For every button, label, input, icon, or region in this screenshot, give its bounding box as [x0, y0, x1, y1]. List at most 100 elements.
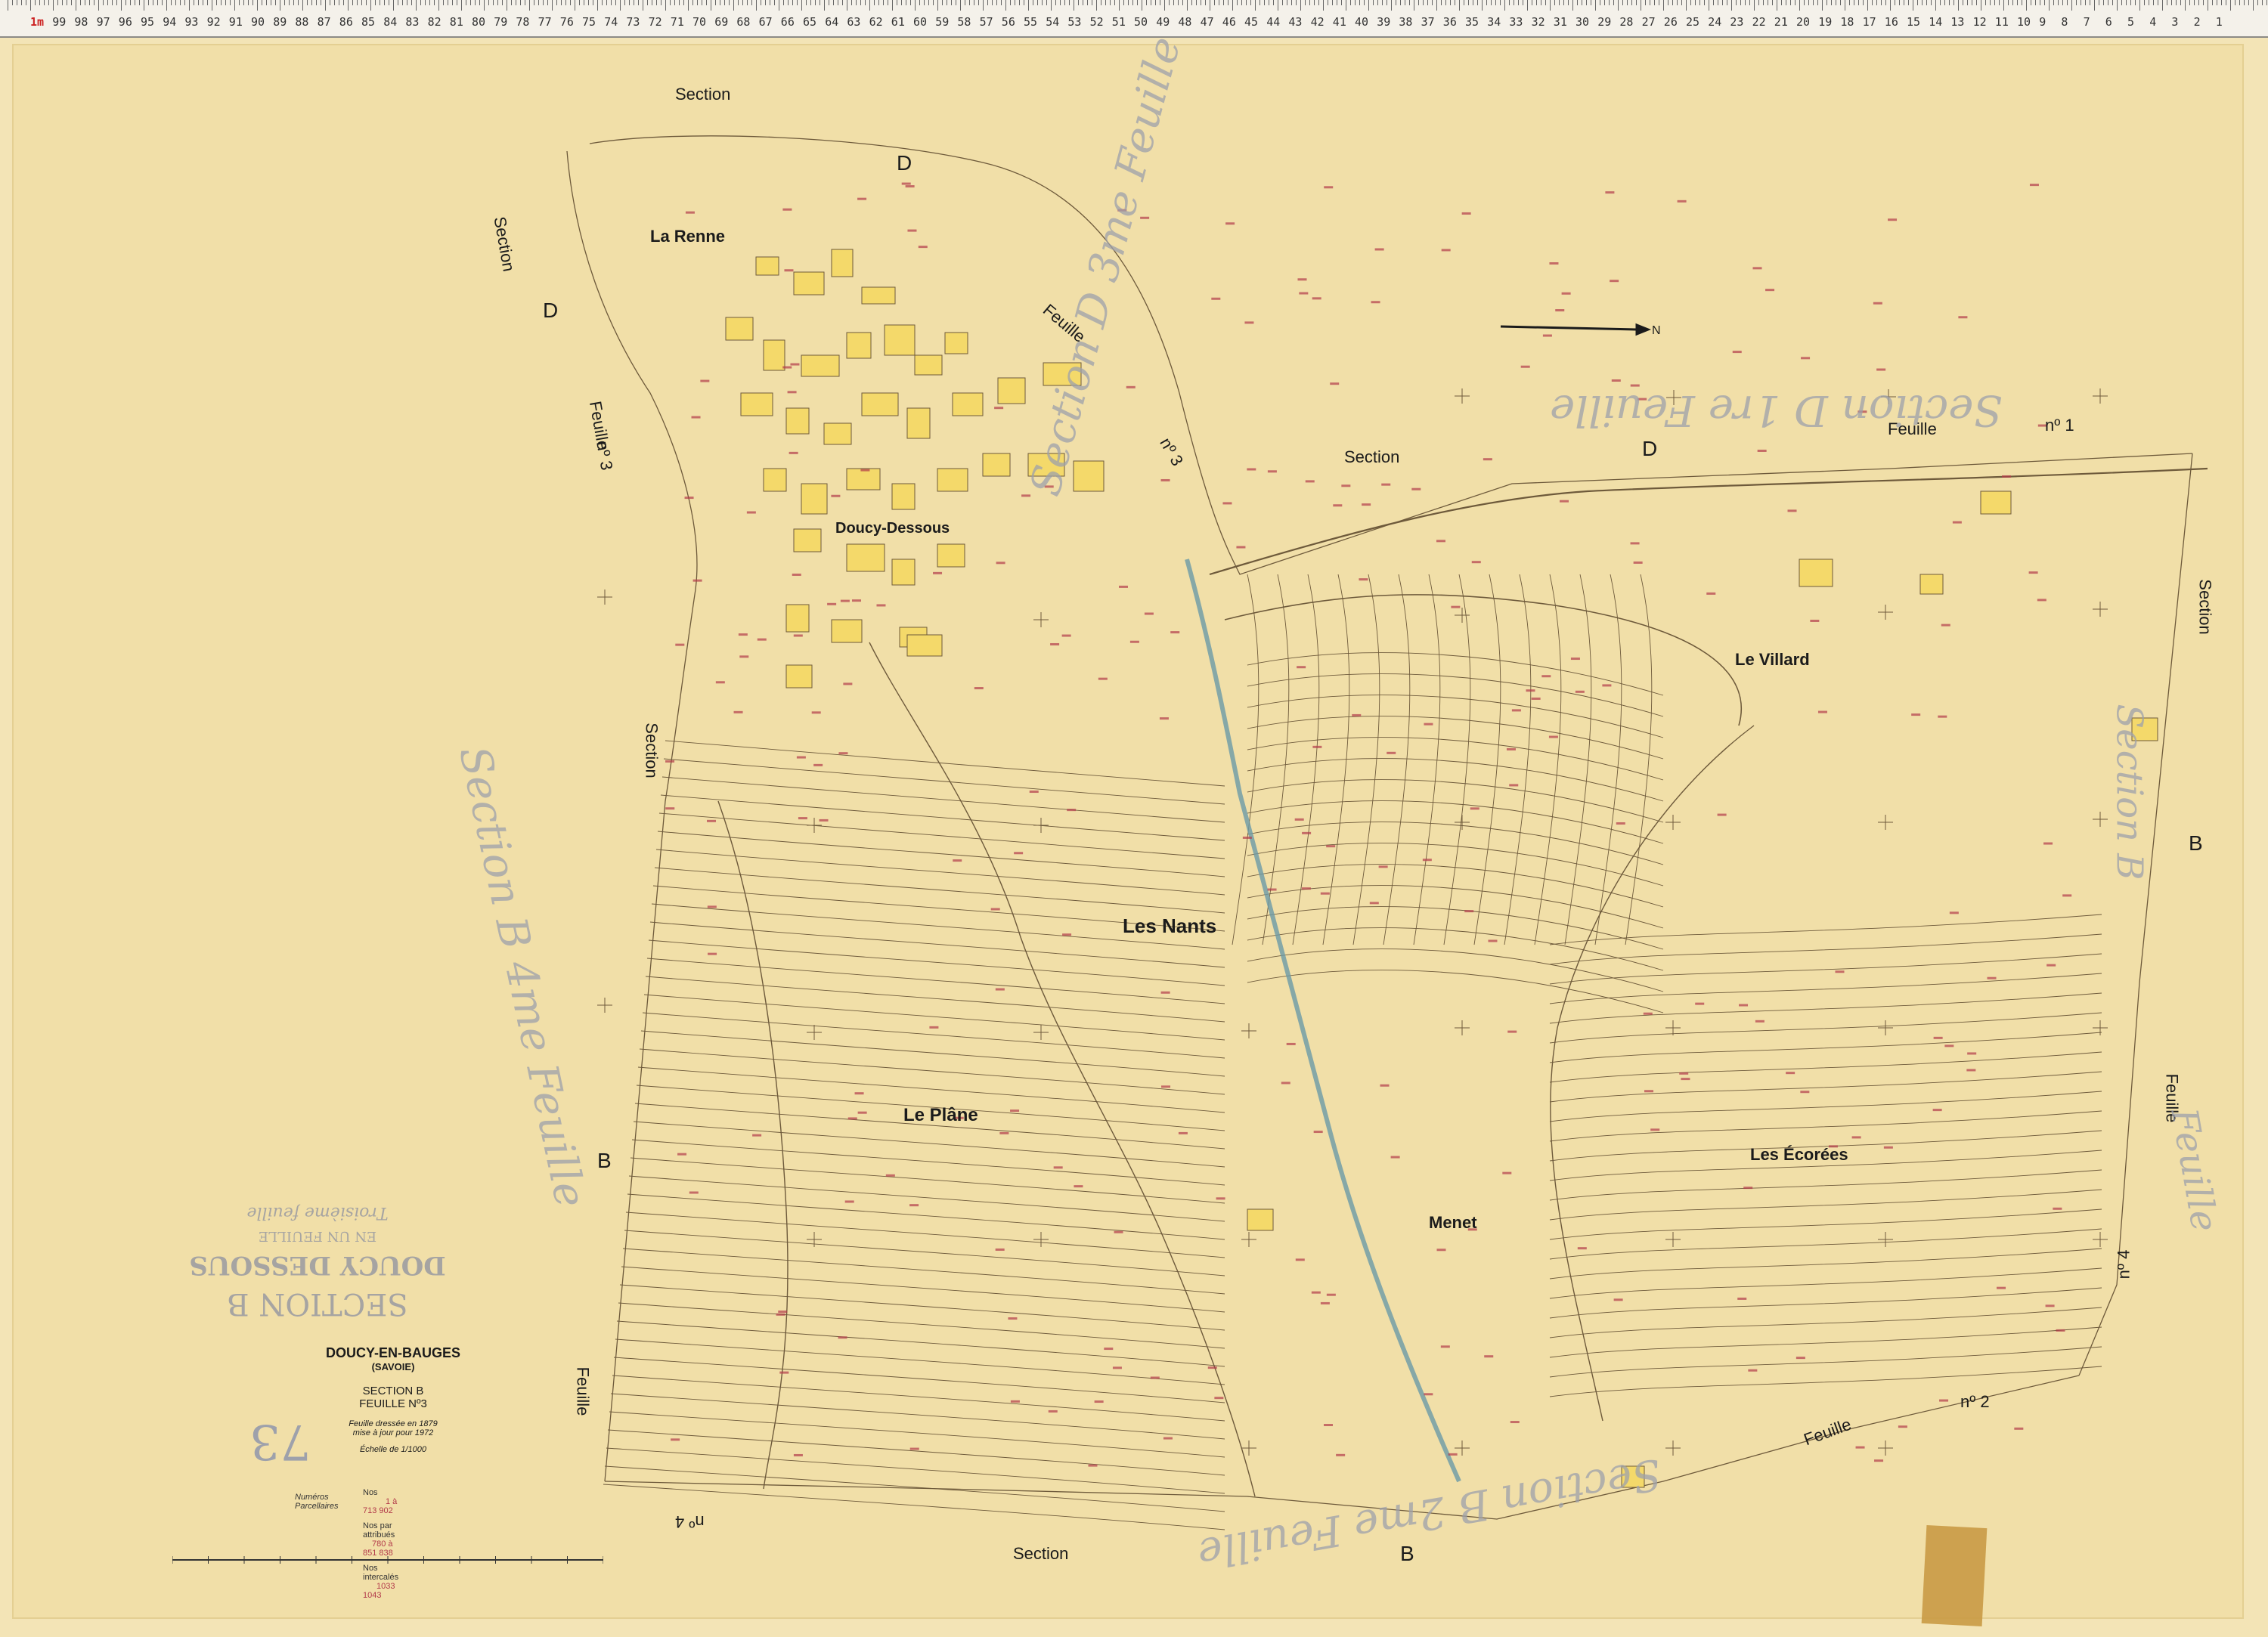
parcel-number-mark [1755, 1020, 1765, 1023]
parcel-strip [660, 794, 1225, 841]
parcel-strip [1247, 948, 1664, 992]
building [1247, 1208, 1274, 1231]
survey-cross [1665, 815, 1681, 830]
parcel-number-mark [1800, 1091, 1810, 1094]
building [914, 354, 943, 376]
parcel-strip [1247, 695, 1664, 738]
building [801, 483, 828, 515]
parcel-number-mark [1236, 546, 1246, 549]
place-les-ecorees: Les Écorées [1750, 1145, 1848, 1164]
parcel-number-mark [1650, 1128, 1660, 1131]
parcel-number-mark [1952, 521, 1962, 524]
parcel-number-mark [1312, 297, 1321, 300]
parcel-number-mark [779, 1371, 789, 1374]
parcel-strip [1534, 574, 1562, 945]
parcel-number-mark [1440, 1345, 1450, 1348]
survey-cross [1455, 1020, 1470, 1035]
parcel-strip [643, 994, 1225, 1041]
parcel-number-mark [1855, 1446, 1865, 1449]
parcel-number-mark [1874, 1459, 1884, 1462]
parcel-number-mark [1502, 1171, 1512, 1174]
parcel-number-mark [1214, 1397, 1224, 1400]
building [906, 634, 943, 657]
parcel-strip [619, 1284, 1225, 1331]
parcel-strip [606, 1447, 1225, 1494]
parcel-number-mark [1150, 1376, 1160, 1379]
parcel-number-mark [1129, 640, 1139, 643]
parcel-strip [618, 1302, 1225, 1349]
parcel-number-mark [2043, 842, 2053, 845]
survey-cross [2093, 602, 2108, 617]
path-nants [869, 642, 1256, 1497]
parcel-strip [1383, 574, 1411, 945]
parcel-strip [665, 740, 1225, 787]
parcel-number-mark [675, 643, 685, 646]
parcel-number-mark [1958, 316, 1968, 319]
parcel-number-mark [1888, 218, 1898, 221]
parcel-number-mark [677, 1153, 687, 1156]
label-no4-east: nº 4 [2114, 1249, 2133, 1280]
parcel-strip [630, 1157, 1225, 1204]
parcel-number-mark [1247, 468, 1256, 471]
parcel-number-mark [1484, 1355, 1494, 1358]
parcel-number-mark [738, 633, 748, 636]
parcel-number-mark [838, 752, 848, 755]
building [982, 453, 1011, 477]
legend-row: Nos intercalés 1033 1043 [363, 1564, 399, 1600]
legend-heading: Numéros Parcellaires [295, 1493, 339, 1511]
parcel-number-mark [1267, 888, 1277, 891]
survey-cross [1033, 818, 1049, 833]
place-la-renne: La Renne [650, 227, 726, 246]
parcel-number-mark [692, 579, 702, 582]
building [823, 422, 852, 445]
label-section-d-mid: D [1642, 437, 1658, 460]
parcel-number-mark [1341, 484, 1351, 487]
label-section-d-west: D [543, 299, 559, 322]
parcel-number-mark [1299, 292, 1309, 295]
parcel-number-mark [1067, 809, 1077, 812]
parcel-number-mark [1633, 561, 1643, 564]
parcel-number-mark [1933, 1036, 1943, 1039]
parcel-number-mark [999, 1131, 1009, 1134]
label-no2: nº 2 [1960, 1392, 1990, 1411]
parcel-number-mark [1244, 321, 1254, 324]
parcel-number-mark [1311, 1291, 1321, 1294]
parcel-number-mark [1743, 1187, 1753, 1190]
survey-cross [2093, 812, 2108, 827]
parcel-number-mark [909, 1447, 919, 1450]
building [884, 324, 916, 356]
parcel-number-mark [1362, 503, 1371, 506]
parcel-strip [1549, 1366, 2102, 1397]
parcel-number-mark [901, 182, 911, 185]
survey-cross [1033, 612, 1049, 627]
survey-cross [1878, 815, 1893, 830]
parcel-number-mark [1281, 1082, 1290, 1085]
place-doucy-dessous: Doucy-Dessous [835, 520, 950, 537]
parcel-number-mark [2053, 1207, 2062, 1210]
survey-cross [1455, 815, 1470, 830]
parcel-number-mark [1506, 747, 1516, 750]
scale-label: Échelle de 1/1000 [359, 1445, 427, 1454]
parcel-strip [1232, 574, 1259, 945]
parcel-number-mark [1883, 1146, 1893, 1149]
building [937, 543, 965, 568]
parcel-number-mark [1748, 1369, 1758, 1372]
parcel-number-mark [1374, 248, 1384, 251]
parcel-number-mark [1294, 818, 1304, 821]
parcel-number-mark [1549, 262, 1559, 265]
parcel-number-mark [1088, 1464, 1098, 1467]
parcel-strip [1247, 737, 1664, 781]
legend-row: Nos 1 à 713 902 [363, 1488, 398, 1515]
label-b-bottom: B [1400, 1542, 1414, 1565]
parcel-number-mark [707, 905, 717, 908]
parcel-number-mark [1160, 991, 1170, 994]
building [846, 332, 872, 359]
label-section-east: Section [2195, 579, 2215, 635]
parcel-number-mark [1561, 292, 1571, 295]
parcel-number-mark [1939, 1399, 1949, 1402]
survey-cross [1665, 1020, 1681, 1035]
parcel-strip [1352, 574, 1380, 945]
parcel-strip [610, 1393, 1225, 1440]
parcel-number-mark [2045, 1304, 2055, 1307]
parcel-number-mark [994, 407, 1004, 410]
